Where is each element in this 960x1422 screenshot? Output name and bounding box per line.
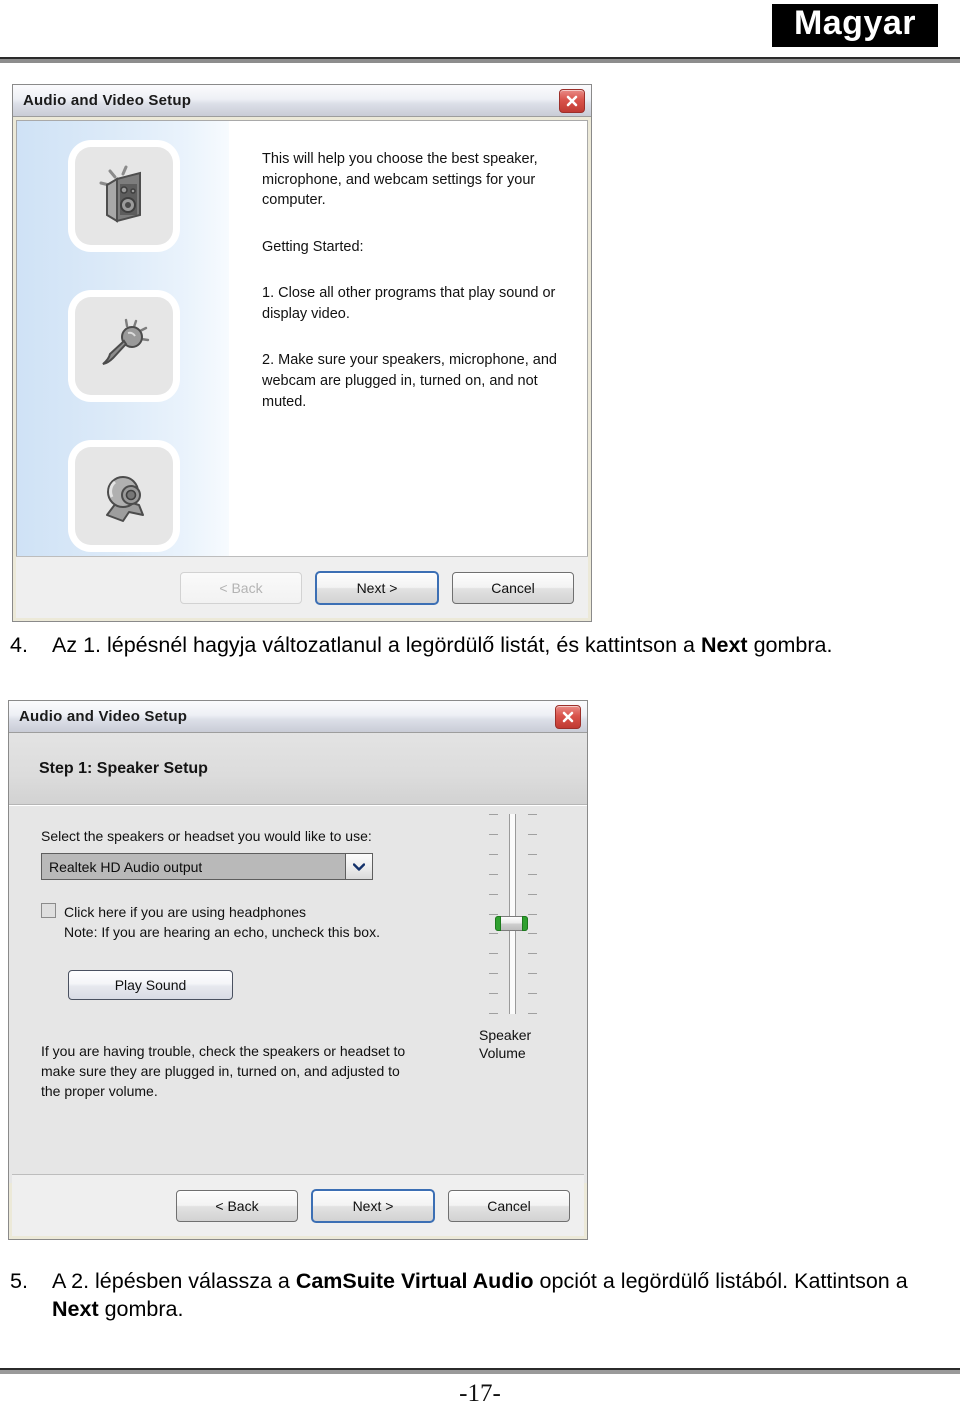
back-button[interactable]: < Back <box>176 1189 298 1222</box>
slider-tick <box>489 914 498 915</box>
back-button[interactable]: < Back <box>180 571 302 604</box>
dialog1-titlebar: Audio and Video Setup <box>13 85 591 117</box>
headphones-checkbox[interactable] <box>41 903 56 918</box>
instruction-4-part2: gombra. <box>747 633 833 657</box>
headphones-checkbox-row[interactable]: Click here if you are using headphones N… <box>41 902 431 940</box>
play-sound-button[interactable]: Play Sound <box>68 970 233 1001</box>
page-header: Magyar <box>0 0 960 63</box>
instruction-5-bold-next: Next <box>52 1296 99 1321</box>
slider-track <box>509 814 516 1014</box>
instruction-5-part3: gombra. <box>98 1296 184 1321</box>
dialog2-title: Audio and Video Setup <box>19 708 188 725</box>
dialog1-title: Audio and Video Setup <box>23 92 192 109</box>
chevron-down-icon[interactable] <box>345 854 372 879</box>
slider-tick <box>528 854 537 855</box>
dialog1-intro-text: This will help you choose the best speak… <box>262 151 538 209</box>
slider-tick <box>528 874 537 875</box>
instruction-4-number: 4. <box>10 633 28 657</box>
slider-tick <box>528 1013 537 1014</box>
header-divider <box>0 57 960 63</box>
speaker-select-value: Realtek HD Audio output <box>49 858 203 875</box>
troubleshooting-text: If you are having trouble, check the spe… <box>41 1043 406 1100</box>
slider-tick <box>528 973 537 974</box>
slider-tick <box>528 953 537 954</box>
footer-divider <box>0 1368 960 1374</box>
slider-thumb[interactable] <box>495 916 528 931</box>
dialog2-footer: < Back Next > Cancel <box>12 1174 584 1236</box>
instruction-5-number: 5. <box>10 1269 28 1293</box>
dialog1-footer: < Back Next > Cancel <box>16 556 588 618</box>
close-icon[interactable] <box>555 705 581 729</box>
slider-tick <box>489 933 498 934</box>
dialog1-body: This will help you choose the best speak… <box>16 120 588 582</box>
speaker-settings-group: Select the speakers or headset you would… <box>41 828 431 1102</box>
device-icon-rail <box>17 121 230 581</box>
dialog2-body: Select the speakers or headset you would… <box>9 805 587 1183</box>
headphones-checkbox-label-group: Click here if you are using headphones N… <box>64 902 380 940</box>
dialog1-step-1-text: 1. Close all other programs that play so… <box>262 285 556 322</box>
instruction-5-part1: A 2. lépésben válassza a <box>52 1269 296 1293</box>
slider-tick <box>489 1013 498 1014</box>
dialog1-step-2-text: 2. Make sure your speakers, microphone, … <box>262 352 557 410</box>
slider-tick <box>489 814 498 815</box>
audio-video-setup-dialog-intro: Audio and Video Setup This will help you… <box>12 84 592 622</box>
speaker-volume-label-line1: Speaker <box>479 1027 532 1043</box>
slider-tick <box>489 993 498 994</box>
instruction-5-text: A 2. lépésben válassza a CamSuite Virtua… <box>52 1268 954 1324</box>
slider-tick <box>528 914 537 915</box>
instruction-5-bold-camsuite: CamSuite Virtual Audio <box>295 1269 534 1293</box>
slider-tick <box>489 894 498 895</box>
slider-tick <box>489 854 498 855</box>
microphone-icon <box>75 297 173 395</box>
slider-tick <box>528 993 537 994</box>
slider-tick <box>489 834 498 835</box>
speaker-select-dropdown[interactable]: Realtek HD Audio output <box>41 853 373 880</box>
dialog2-titlebar: Audio and Video Setup <box>9 701 587 733</box>
dialog2-step-header: Step 1: Speaker Setup <box>9 733 587 805</box>
dialog1-getting-started-heading: Getting Started: <box>262 238 364 255</box>
next-button[interactable]: Next > <box>311 1188 435 1223</box>
close-icon[interactable] <box>559 89 585 113</box>
slider-tick <box>489 973 498 974</box>
cancel-button[interactable]: Cancel <box>452 571 574 604</box>
speaker-icon <box>75 147 173 245</box>
play-sound-button-wrap: Play Sound <box>41 970 431 1001</box>
instruction-5-part2: opciót a legördülő listából. Kattintson … <box>533 1269 908 1293</box>
speaker-volume-label-line2: Volume <box>479 1045 526 1062</box>
audio-video-setup-dialog-speaker: Audio and Video Setup Step 1: Speaker Se… <box>8 700 588 1240</box>
instruction-item-4: 4. Az 1. lépésnél hagyja változatlanul a… <box>10 632 954 660</box>
headphones-checkbox-label: Click here if you are using headphones <box>64 904 307 920</box>
echo-note-text: Note: If you are hearing an echo, unchec… <box>64 924 380 941</box>
speaker-volume-slider[interactable] <box>471 814 551 1014</box>
slider-tick <box>528 894 537 895</box>
slider-tick <box>489 874 498 875</box>
next-button[interactable]: Next > <box>315 570 439 605</box>
slider-tick <box>528 933 537 934</box>
instruction-4-text: Az 1. lépésnél hagyja változatlanul a le… <box>52 632 954 660</box>
cancel-button[interactable]: Cancel <box>448 1189 570 1222</box>
speaker-select-label: Select the speakers or headset you would… <box>41 828 372 844</box>
instruction-4-part1: Az 1. lépésnél hagyja változatlanul a le… <box>52 633 701 657</box>
webcam-icon <box>75 447 173 545</box>
slider-tick <box>489 953 498 954</box>
step-header-label: Step 1: Speaker Setup <box>39 759 208 777</box>
language-badge: Magyar <box>771 4 938 47</box>
speaker-volume-label: Speaker Volume <box>479 1026 569 1062</box>
speaker-volume-control: Speaker Volume <box>461 814 569 1062</box>
slider-tick <box>528 834 537 835</box>
instruction-item-5: 5. A 2. lépésben válassza a CamSuite Vir… <box>10 1268 954 1324</box>
instruction-4-bold-next: Next <box>700 633 748 657</box>
dialog1-instructions: This will help you choose the best speak… <box>262 149 562 438</box>
slider-tick <box>528 814 537 815</box>
page-number: -17- <box>459 1380 501 1407</box>
